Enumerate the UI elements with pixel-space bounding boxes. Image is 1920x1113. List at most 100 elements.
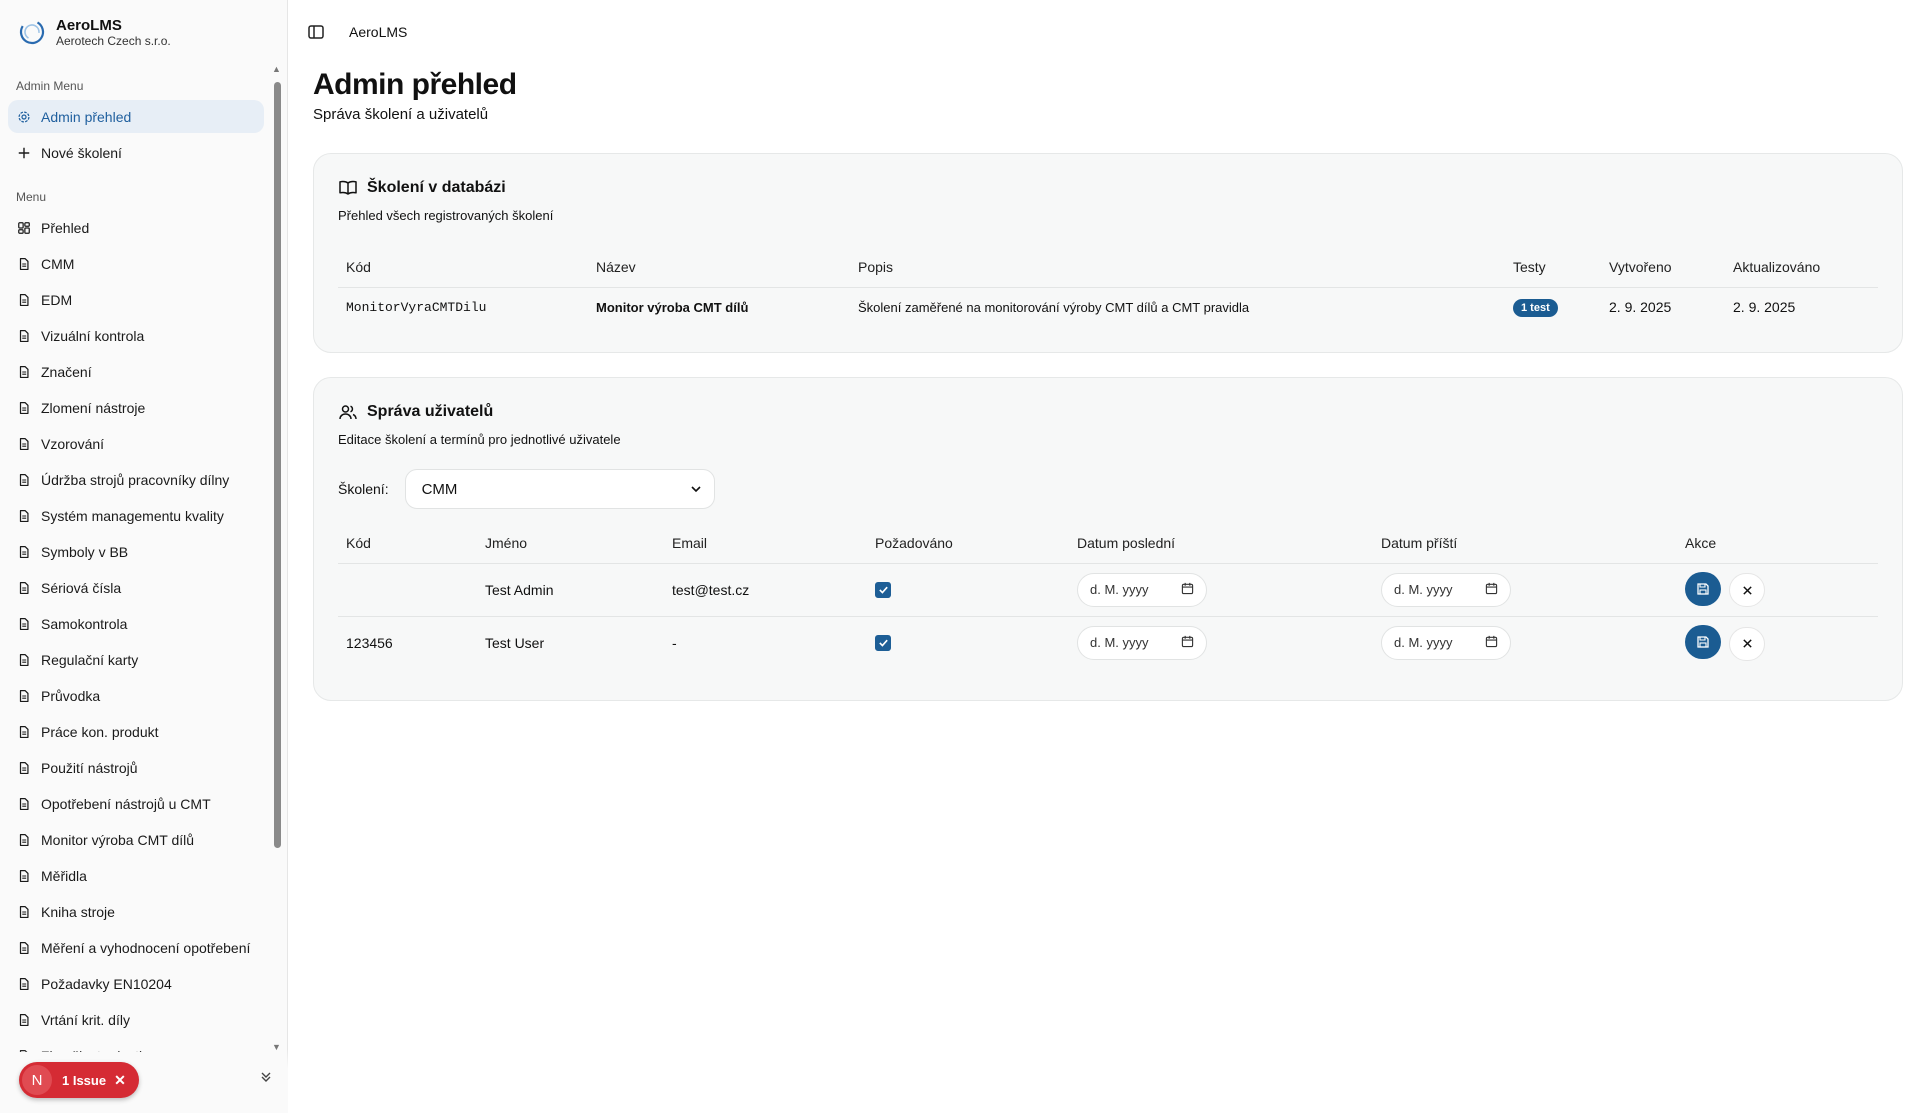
save-icon — [1697, 636, 1709, 648]
sidebar-item-cmm[interactable]: CMM — [8, 247, 264, 280]
document-icon — [16, 292, 32, 308]
sidebar: AeroLMS Aerotech Czech s.r.o. Admin Menu… — [0, 0, 288, 1113]
last-date-input[interactable]: d. M. yyyy — [1077, 572, 1207, 607]
document-icon — [16, 868, 32, 884]
training-description: Školení zaměřené na monitorování výroby … — [858, 299, 1250, 315]
document-icon — [16, 904, 32, 920]
sidebar-item-opotrebeni-nastroju-u-cmt[interactable]: Opotřebení nástrojů u CMT — [8, 787, 264, 820]
training-select[interactable]: CMM — [404, 469, 715, 509]
training-code: MonitorVyraCMTDilu — [346, 299, 487, 315]
required-checkbox[interactable] — [875, 581, 891, 598]
sidebar-item-prace-kon-produkt[interactable]: Práce kon. produkt — [8, 715, 264, 748]
sidebar-item-label: Kniha stroje — [41, 903, 115, 920]
cancel-button[interactable] — [1729, 573, 1765, 608]
col-required: Požadováno — [867, 523, 1069, 564]
calendar-icon[interactable] — [1485, 635, 1498, 651]
sidebar-item-znaceni[interactable]: Značení — [8, 355, 264, 388]
brand[interactable]: AeroLMS Aerotech Czech s.r.o. — [0, 0, 287, 64]
sidebar-item-pozadavky-en10204[interactable]: Požadavky EN10204 — [8, 967, 264, 1000]
sidebar-item-vzorovani[interactable]: Vzorování — [8, 427, 264, 460]
document-icon — [16, 724, 32, 740]
save-icon — [1697, 583, 1709, 595]
sidebar-scrollbar[interactable]: ▲ ▼ — [271, 64, 283, 1052]
sidebar-item-label: CMM — [41, 255, 75, 272]
plus-icon — [16, 145, 32, 161]
users-icon — [338, 402, 358, 422]
next-date-cell: d. M. yyyy — [1373, 616, 1677, 669]
document-icon — [16, 652, 32, 668]
chevrons-down-icon[interactable] — [260, 1071, 272, 1086]
sidebar-item-label: Značení — [41, 363, 92, 380]
required-checkbox[interactable] — [875, 634, 891, 651]
sidebar-item-zlomeni-nastroje[interactable]: Zlomení nástroje — [8, 391, 264, 424]
sidebar-item-label: Opotřebení nástrojů u CMT — [41, 795, 211, 812]
breadcrumb[interactable]: AeroLMS — [349, 24, 407, 40]
col-created: Vytvořeno — [1601, 247, 1725, 288]
sidebar-item-meridla[interactable]: Měřidla — [8, 859, 264, 892]
sidebar-item-udrzba-stroju-pracovniky-dilny[interactable]: Údržba strojů pracovníky dílny — [8, 463, 264, 496]
sidebar-item-admin-prehled[interactable]: Admin přehled — [8, 100, 264, 133]
settings-icon — [16, 109, 32, 125]
sidebar-item-regulacni-karty[interactable]: Regulační karty — [8, 643, 264, 676]
sidebar-item-samokontrola[interactable]: Samokontrola — [8, 607, 264, 640]
sidebar-item-mereni-a-vyhodnoceni-opotrebeni[interactable]: Měření a vyhodnocení opotřebení — [8, 931, 264, 964]
menu-label: Menu — [16, 190, 47, 204]
document-icon — [16, 940, 32, 956]
calendar-icon[interactable] — [1485, 582, 1498, 598]
table-row[interactable]: Test Admin test@test.cz d. M. yyyy d. M. yy… — [338, 563, 1878, 616]
sidebar-item-kniha-stroje[interactable]: Kniha stroje — [8, 895, 264, 928]
trainings-table: Kód Název Popis Testy Vytvořeno Aktualiz… — [338, 247, 1878, 327]
calendar-icon[interactable] — [1181, 582, 1194, 598]
sidebar-item-vizualni-kontrola[interactable]: Vizuální kontrola — [8, 319, 264, 352]
sidebar-item-monitor-vyroba-cmt-dilu[interactable]: Monitor výroba CMT dílů — [8, 823, 264, 856]
col-code: Kód — [338, 247, 588, 288]
document-icon — [16, 976, 32, 992]
table-row[interactable]: MonitorVyraCMTDilu Monitor výroba CMT dí… — [338, 287, 1878, 327]
trainings-card-title: Školení v databázi — [338, 178, 1878, 198]
required-cell — [867, 616, 1069, 669]
sidebar-item-symboly-v-bb[interactable]: Symboly v BB — [8, 535, 264, 568]
trainings-title-text: Školení v databázi — [367, 179, 506, 196]
trainings-card: Školení v databázi Přehled všech registr… — [313, 153, 1903, 353]
calendar-icon[interactable] — [1181, 635, 1194, 651]
cancel-button[interactable] — [1729, 626, 1765, 661]
sidebar-item-label: Práce kon. produkt — [41, 723, 159, 740]
last-date-input[interactable]: d. M. yyyy — [1077, 625, 1207, 660]
scroll-up-icon[interactable]: ▲ — [272, 64, 281, 74]
sidebar-item-label: Nové školení — [41, 144, 122, 161]
sidebar-item-nove-skoleni[interactable]: Nové školení — [8, 136, 264, 169]
sidebar-item-vrtani-krit-dily[interactable]: Vrtání krit. díly — [8, 1003, 264, 1036]
document-icon — [16, 580, 32, 596]
sidebar-item-edm[interactable]: EDM — [8, 283, 264, 316]
document-icon — [16, 544, 32, 560]
document-icon — [16, 472, 32, 488]
document-icon — [16, 688, 32, 704]
next-date-input[interactable]: d. M. yyyy — [1381, 572, 1511, 607]
close-icon[interactable]: ✕ — [114, 1072, 126, 1089]
sidebar-item-pruvodka[interactable]: Průvodka — [8, 679, 264, 712]
save-button[interactable] — [1685, 625, 1721, 659]
sidebar-item-prehled[interactable]: Přehled — [8, 211, 264, 244]
document-icon — [16, 364, 32, 380]
tests-badge: 1 test — [1513, 298, 1558, 317]
sidebar-toggle-icon[interactable] — [307, 23, 325, 41]
sidebar-item-label: EDM — [41, 291, 73, 308]
trainings-header-row: Kód Název Popis Testy Vytvořeno Aktualiz… — [338, 247, 1878, 288]
chevron-down-icon — [691, 486, 701, 493]
save-button[interactable] — [1685, 571, 1721, 606]
sidebar-item-seriova-cisla[interactable]: Sériová čísla — [8, 571, 264, 604]
training-filter: Školení: CMM — [338, 469, 1878, 509]
logo-icon — [19, 19, 45, 45]
admin-menu-label: Admin Menu — [16, 79, 84, 93]
next-date-cell: d. M. yyyy — [1373, 563, 1677, 616]
document-icon — [16, 400, 32, 416]
sidebar-item-system-managementu-kvality[interactable]: Systém managementu kvality — [8, 499, 264, 532]
next-date-input[interactable]: d. M. yyyy — [1381, 625, 1511, 660]
actions-cell — [1677, 616, 1878, 669]
issue-badge[interactable]: N 1 Issue ✕ — [19, 1062, 139, 1098]
scrollbar-thumb[interactable] — [274, 82, 281, 848]
table-row[interactable]: 123456 Test User - d. M. yyyy d. M. yyyy — [338, 616, 1878, 669]
sidebar-item-pouziti-nastroju[interactable]: Použití nástrojů — [8, 751, 264, 784]
actions-cell — [1677, 563, 1878, 616]
sidebar-item-label: Měření a vyhodnocení opotřebení — [41, 939, 251, 956]
